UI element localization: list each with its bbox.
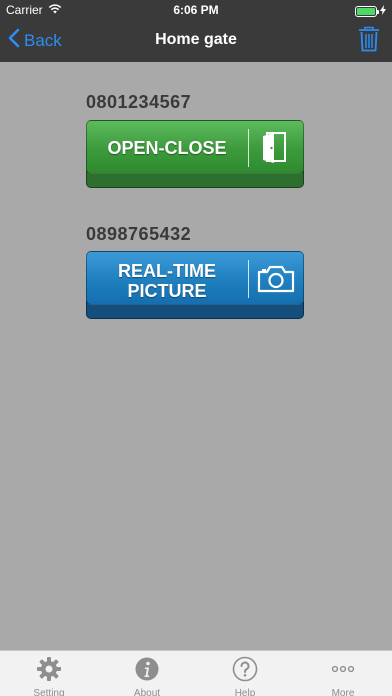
status-bar: Carrier 6:06 PM [0,0,392,20]
tab-about[interactable]: About [98,651,196,696]
gear-icon [36,656,62,688]
status-time: 6:06 PM [173,3,219,17]
real-time-picture-button[interactable]: REAL-TIME PICTURE [86,251,304,319]
status-right [355,4,386,18]
tab-label: More [331,688,355,696]
help-icon [232,656,258,688]
tab-label: About [133,688,161,696]
open-close-label: OPEN-CLOSE [107,138,227,158]
more-icon [330,656,356,688]
charging-icon [380,4,386,18]
tab-label: Setting [33,688,65,696]
tab-setting[interactable]: Setting [0,651,98,696]
real-time-picture-label-line1: REAL-TIME [118,261,216,281]
tab-help[interactable]: Help [196,651,294,696]
navigation-bar: Back Home gate [0,20,392,62]
page-title: Home gate [155,31,237,48]
camera-icon [257,264,295,299]
door-icon [257,130,291,169]
battery-icon [355,5,379,17]
device-phone-number: 0801234567 [86,92,192,112]
tab-bar: Setting About Help More [0,650,392,696]
delete-button[interactable] [358,26,380,57]
tab-more[interactable]: More [294,651,392,696]
info-icon [134,656,160,688]
device-phone-number: 0898765432 [86,224,192,244]
open-close-button[interactable]: OPEN-CLOSE [86,120,304,188]
real-time-picture-label-line2: PICTURE [127,281,207,301]
trash-icon [358,26,380,56]
tab-label: Help [234,688,256,696]
